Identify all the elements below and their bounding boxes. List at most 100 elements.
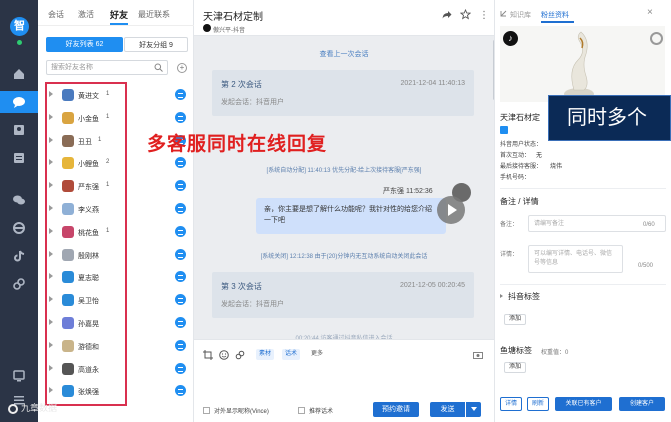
share-icon[interactable] (442, 10, 452, 19)
expand-caret-icon[interactable] (49, 364, 53, 371)
star-icon[interactable] (460, 9, 471, 20)
open-chat-icon[interactable] (175, 157, 186, 169)
create-customer-button[interactable]: 创建客户 (619, 397, 665, 411)
open-chat-icon[interactable] (175, 89, 186, 100)
expand-caret-icon[interactable] (49, 296, 53, 303)
load-previous-session-link[interactable]: 查看上一次会话 (194, 49, 494, 59)
system-message: [系统关闭] 12:12:38 由于(20)分钟内无互动系统自动关闭此会话 (260, 254, 428, 260)
expand-caret-icon[interactable] (49, 182, 53, 189)
tab-friends[interactable]: 好友 (110, 8, 128, 21)
friend-row[interactable]: 李义燕 (38, 198, 194, 220)
rail-monitor[interactable] (0, 365, 38, 387)
friend-row[interactable]: 张焕强 (38, 380, 194, 402)
send-button[interactable]: 发送 (430, 402, 465, 417)
rail-home[interactable] (0, 63, 38, 85)
expand-caret-icon[interactable] (49, 250, 53, 257)
add-douyin-tag-button[interactable]: 添加 (504, 314, 526, 325)
friend-row[interactable]: 夏志聪 (38, 266, 194, 288)
field-value: 烧伟 (550, 164, 563, 170)
add-friend-icon[interactable]: + (177, 63, 187, 73)
expand-caret-icon[interactable] (49, 205, 53, 211)
friend-row[interactable]: 高道永 (38, 358, 194, 380)
crop-icon[interactable] (203, 350, 213, 360)
open-chat-icon[interactable] (175, 248, 186, 260)
avatar (62, 362, 74, 375)
friend-row[interactable]: 桃花鱼 1 (38, 221, 194, 243)
open-chat-icon[interactable] (175, 385, 186, 397)
open-chat-icon[interactable] (175, 362, 186, 374)
open-chat-icon[interactable] (175, 294, 186, 306)
more-menu-icon[interactable]: ⋮ (479, 10, 489, 21)
open-chat-icon[interactable] (175, 203, 186, 214)
open-chat-icon[interactable] (175, 317, 186, 328)
expand-caret-icon[interactable] (49, 319, 53, 325)
add-fishpond-tag-button[interactable]: 添加 (504, 362, 526, 373)
send-options-chevron-icon[interactable] (465, 402, 481, 417)
script-button[interactable]: 话术 (282, 349, 301, 360)
douyin-tags-title: 抖音标签 (508, 292, 540, 301)
tab-knowledge-base[interactable]: 知识库 (510, 10, 531, 20)
collapse-icon[interactable] (500, 10, 507, 17)
open-chat-icon[interactable] (175, 339, 186, 351)
friend-row[interactable]: 严东强 1 (38, 175, 194, 197)
tab-sessions[interactable]: 会话 (48, 9, 64, 20)
friend-row[interactable]: 孙嘉晃 (38, 312, 194, 334)
fishpond-tags-title: 鱼塘标签 (500, 346, 532, 355)
browser-icon (13, 222, 25, 234)
rail-wechat[interactable] (0, 189, 38, 211)
watermark-text: 九章数据 (21, 404, 58, 414)
friend-row[interactable]: 小金鱼 1 (38, 107, 194, 129)
friend-search-input[interactable]: 搜索好友名称 (46, 60, 168, 75)
close-icon[interactable]: × (647, 7, 653, 18)
friend-row[interactable]: 黄进文 1 (38, 84, 194, 106)
link-customer-button[interactable]: 关联已有客户 (555, 397, 612, 411)
recommend-checkbox[interactable] (298, 407, 305, 414)
expand-caret-icon[interactable] (49, 91, 53, 97)
open-chat-icon[interactable] (175, 225, 186, 237)
tab-activate[interactable]: 激活 (78, 9, 94, 20)
caret-right-icon[interactable] (500, 294, 503, 298)
rail-chat[interactable] (0, 91, 38, 113)
open-chat-icon[interactable] (175, 111, 186, 123)
screenshot-icon[interactable] (473, 351, 483, 359)
refresh-icon[interactable] (650, 32, 663, 45)
rail-douyin[interactable] (0, 245, 38, 267)
friend-row[interactable]: 殷刚林 (38, 244, 194, 266)
emoji-icon[interactable] (219, 350, 229, 360)
note-counter: 0/60 (643, 222, 655, 228)
link-icon[interactable] (235, 350, 245, 360)
rail-link[interactable] (0, 273, 38, 295)
open-chat-icon[interactable] (175, 180, 186, 192)
expand-caret-icon[interactable] (49, 159, 53, 166)
detail-input[interactable]: 可以编写详情、电话号、微信号等信息 (528, 245, 623, 273)
nickname-checkbox[interactable] (203, 407, 210, 414)
refresh-button[interactable]: 刷新 (527, 397, 549, 411)
friend-row[interactable]: 吴卫怡 (38, 289, 194, 311)
stone-sculpture-image (564, 31, 594, 100)
invite-button[interactable]: 预约邀请 (373, 402, 419, 417)
friend-name: 李义燕 (78, 207, 99, 214)
tab-recent[interactable]: 最近联系 (138, 9, 170, 20)
rail-browser[interactable] (0, 217, 38, 239)
rail-document[interactable] (0, 147, 38, 169)
tab-fan-profile[interactable]: 粉丝资料 (541, 10, 569, 20)
expand-caret-icon[interactable] (49, 273, 53, 280)
expand-caret-icon[interactable] (49, 136, 53, 143)
active-tab-indicator (110, 23, 128, 25)
search-icon[interactable] (154, 63, 163, 72)
video-play-icon[interactable] (437, 196, 465, 224)
douyin-icon (14, 250, 25, 262)
material-button[interactable]: 素材 (256, 349, 275, 360)
rail-contacts[interactable] (0, 119, 38, 141)
friend-groups-segment[interactable]: 好友分组 9 (124, 37, 188, 52)
detail-button[interactable]: 详情 (500, 397, 522, 411)
field-label: 手机号码： (500, 175, 531, 181)
expand-caret-icon[interactable] (49, 113, 53, 120)
expand-caret-icon[interactable] (49, 387, 53, 394)
friend-row[interactable]: 游德和 (38, 335, 194, 357)
friend-list-segment[interactable]: 好友列表 62 (46, 37, 123, 52)
expand-caret-icon[interactable] (49, 227, 53, 234)
more-tools-button[interactable]: 更多 (308, 349, 326, 360)
expand-caret-icon[interactable] (49, 341, 53, 348)
open-chat-icon[interactable] (175, 271, 186, 283)
